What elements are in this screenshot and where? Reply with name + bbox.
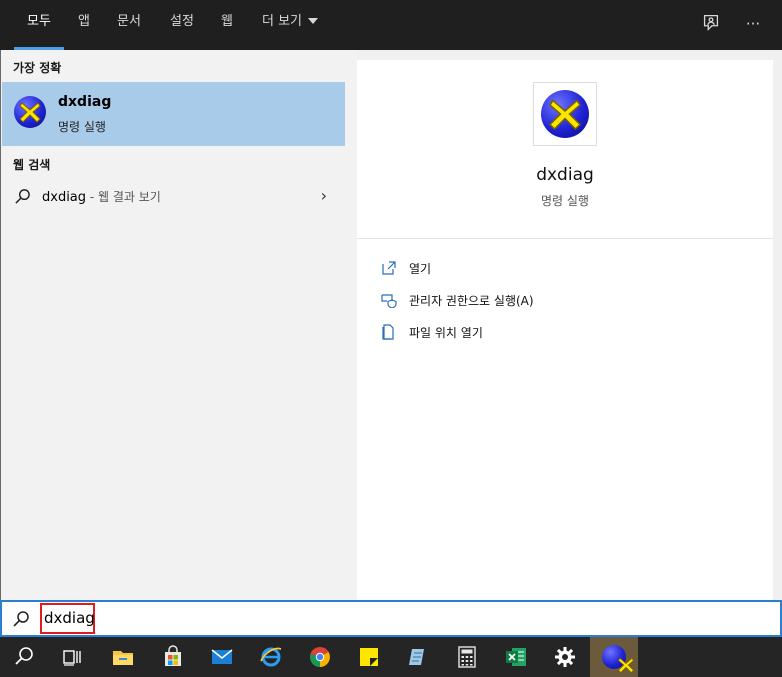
web-search-hint: - 웹 결과 보기	[86, 190, 161, 204]
preview-icon-frame	[533, 82, 597, 146]
action-open[interactable]: 열기	[379, 258, 739, 280]
action-open-file-location-label: 파일 위치 열기	[409, 326, 483, 340]
excel-icon	[506, 648, 526, 666]
best-match-name: dxdiag	[58, 94, 112, 110]
search-icon	[13, 611, 29, 627]
taskbar-mail[interactable]	[198, 637, 246, 677]
chrome-icon	[310, 647, 330, 667]
tab-documents[interactable]: 문서	[117, 0, 141, 50]
best-match-subtitle: 명령 실행	[58, 120, 106, 134]
taskbar-notepad[interactable]	[394, 637, 442, 677]
tab-more-label: 더 보기	[262, 14, 303, 29]
action-run-as-admin-label: 관리자 권한으로 실행(A)	[409, 294, 534, 308]
taskbar-dxdiag[interactable]	[590, 637, 638, 677]
feedback-icon[interactable]	[699, 12, 723, 36]
taskbar-internet-explorer[interactable]	[247, 637, 295, 677]
taskbar-excel[interactable]	[492, 637, 540, 677]
open-icon	[382, 261, 396, 275]
preview-divider	[357, 238, 773, 239]
settings-gear-icon	[555, 647, 575, 667]
action-run-as-admin[interactable]: 관리자 권한으로 실행(A)	[379, 290, 739, 312]
calculator-icon	[458, 646, 476, 668]
best-match-heading: 가장 정확	[13, 61, 62, 75]
taskbar-store[interactable]	[149, 637, 197, 677]
tab-settings[interactable]: 설정	[170, 0, 194, 50]
task-view-icon	[63, 650, 81, 666]
file-explorer-icon	[113, 651, 133, 665]
sticky-notes-icon	[360, 648, 378, 666]
search-scope-tabs: 모두 앱 문서 설정 웹 더 보기 ···	[0, 0, 782, 50]
taskbar-task-view[interactable]	[48, 637, 96, 677]
taskbar-settings[interactable]	[541, 637, 589, 677]
tab-more[interactable]: 더 보기	[262, 0, 319, 50]
notepad-icon	[409, 649, 424, 665]
preview-pane: dxdiag 명령 실행 열기 관리자 권한으로 실행(A) 파일 위치 열기	[357, 50, 782, 600]
taskbar-sticky-notes[interactable]	[345, 637, 393, 677]
taskbar-chrome[interactable]	[296, 637, 344, 677]
web-search-item[interactable]: dxdiag - 웹 결과 보기 ›	[2, 180, 345, 212]
preview-subtitle: 명령 실행	[541, 194, 589, 208]
internet-explorer-icon	[260, 647, 282, 667]
tab-apps[interactable]: 앱	[78, 0, 90, 50]
tab-all[interactable]: 모두	[14, 0, 64, 50]
web-search-query: dxdiag - 웹 결과 보기	[42, 188, 161, 205]
search-input[interactable]: dxdiag	[40, 603, 95, 634]
preview-card: dxdiag 명령 실행 열기 관리자 권한으로 실행(A) 파일 위치 열기	[357, 60, 773, 600]
tab-web[interactable]: 웹	[221, 0, 233, 50]
results-pane: 가장 정확 dxdiag 명령 실행 웹 검색 dxdiag - 웹 결과 보기…	[0, 50, 357, 600]
taskbar-calculator[interactable]	[443, 637, 491, 677]
web-search-term: dxdiag	[42, 190, 87, 205]
action-open-file-location[interactable]: 파일 위치 열기	[379, 322, 739, 344]
search-box[interactable]: dxdiag	[0, 600, 782, 637]
admin-shield-icon	[381, 294, 397, 308]
action-open-label: 열기	[409, 262, 432, 276]
mail-icon	[211, 649, 233, 664]
preview-title: dxdiag	[536, 165, 594, 185]
chevron-down-icon	[308, 17, 319, 24]
file-location-icon	[382, 324, 394, 340]
dxdiag-icon	[602, 645, 635, 674]
best-match-item[interactable]: dxdiag 명령 실행	[2, 82, 345, 146]
taskbar-search[interactable]	[0, 637, 48, 677]
dxdiag-app-icon	[541, 90, 589, 138]
taskbar	[0, 637, 782, 677]
search-icon	[15, 647, 33, 665]
web-search-heading: 웹 검색	[13, 158, 51, 172]
microsoft-store-icon	[165, 645, 181, 666]
dxdiag-app-icon	[14, 96, 46, 128]
more-options-icon[interactable]: ···	[741, 12, 765, 36]
chevron-right-icon[interactable]: ›	[321, 186, 327, 205]
search-icon	[15, 189, 30, 204]
taskbar-file-explorer[interactable]	[99, 637, 147, 677]
